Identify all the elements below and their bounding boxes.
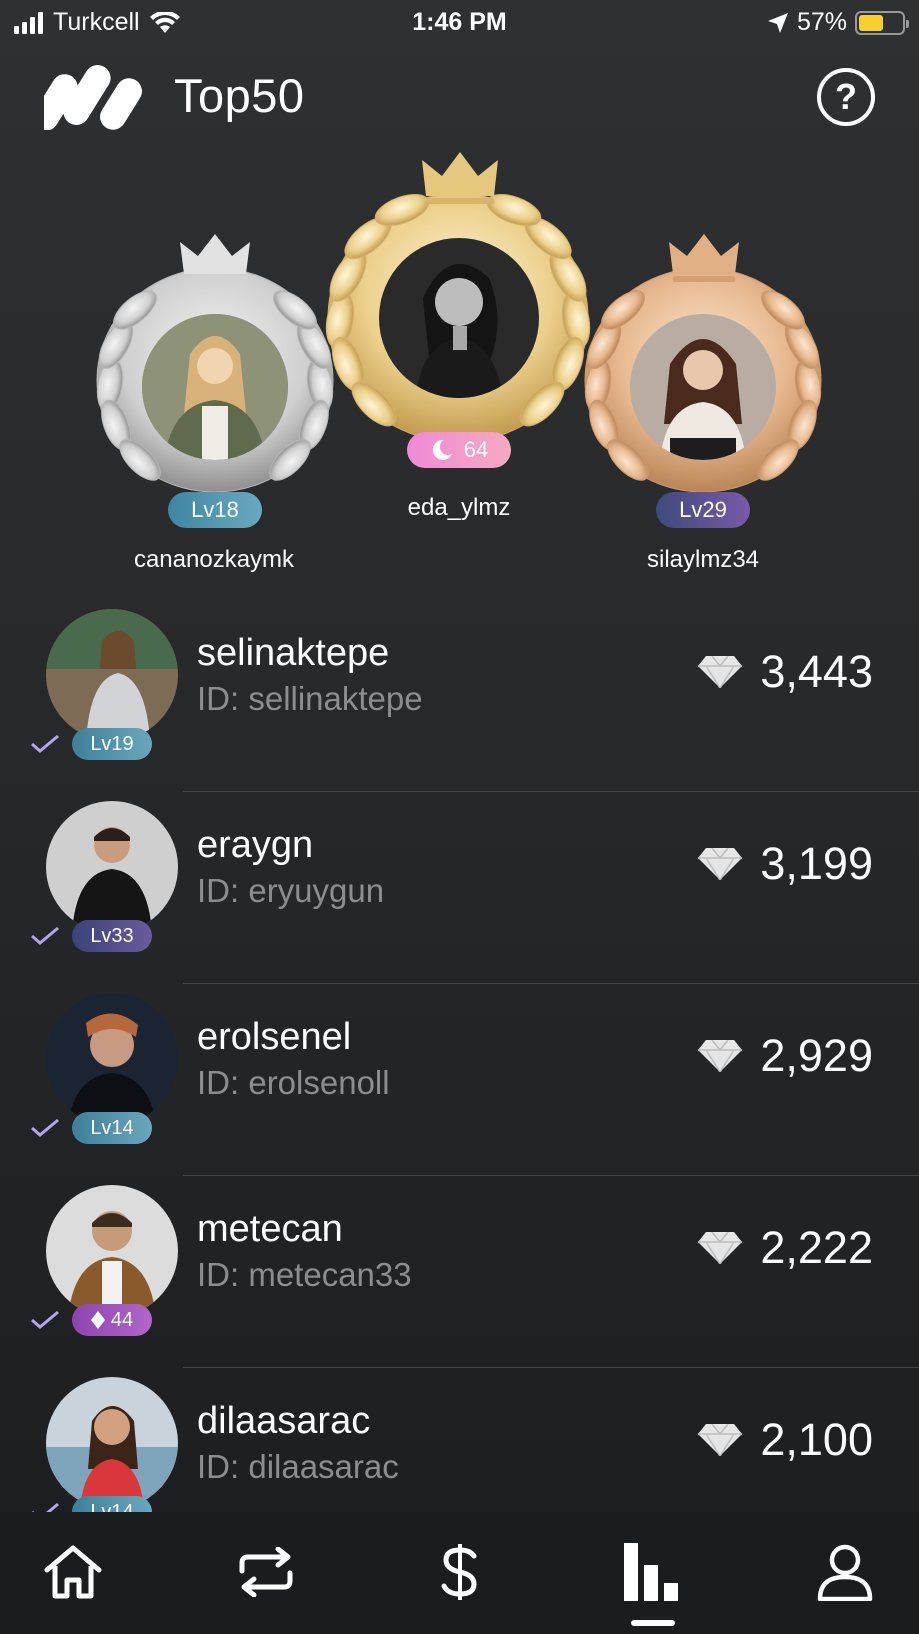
avatar [46, 609, 178, 741]
user-name: dilaasarac [197, 1400, 371, 1442]
profile-icon [817, 1544, 873, 1601]
dollar-icon [441, 1544, 477, 1600]
list-item[interactable]: Lv33 eraygn ID: eryuygun 3,199 [0, 792, 919, 984]
podium-username: cananozkaymk [133, 546, 295, 573]
moon-badge: 64 [407, 432, 511, 468]
tab-leaderboard[interactable] [612, 1532, 692, 1612]
avatar [142, 314, 288, 460]
verified-check-icon [31, 734, 59, 753]
verified-check-icon [31, 1118, 59, 1137]
level-badge: Lv14 [72, 1112, 152, 1144]
avatar-photo [142, 314, 288, 460]
app-logo-icon [44, 65, 142, 130]
leaderboard-list[interactable]: Lv19 selinaktepe ID: sellinaktepe 3,443 … [0, 600, 919, 1512]
battery-icon [855, 10, 909, 35]
bronze-crown-icon [669, 234, 739, 282]
podium-username: eda_ylmz [407, 494, 511, 521]
tab-earnings[interactable] [420, 1532, 500, 1612]
tab-home[interactable] [33, 1532, 113, 1612]
podium-username: silaylmz34 [646, 546, 760, 573]
diamond-icon [698, 848, 743, 880]
avatar [379, 238, 539, 398]
home-icon [44, 1545, 102, 1599]
avatar [46, 801, 178, 933]
help-icon: ? [835, 76, 857, 117]
list-item[interactable]: Lv14 dilaasarac ID: dilaasarac 2,100 [0, 1368, 919, 1512]
diamond-score: 2,100 [698, 1414, 873, 1466]
tab-bar [0, 1512, 919, 1634]
diamond-icon [698, 1424, 743, 1456]
list-item[interactable]: 44 metecan ID: metecan33 2,222 [0, 1176, 919, 1368]
user-id: ID: eryuygun [197, 872, 385, 909]
avatar-photo [46, 993, 178, 1125]
avatar-photo [46, 1185, 178, 1317]
gold-crown-icon [422, 152, 498, 204]
avatar [46, 1377, 178, 1509]
avatar-photo [379, 238, 539, 398]
user-id: ID: dilaasarac [197, 1448, 399, 1485]
status-right: 57% [767, 8, 909, 37]
verified-check-icon [31, 926, 59, 945]
list-item[interactable]: Lv19 selinaktepe ID: sellinaktepe 3,443 [0, 600, 919, 792]
help-button[interactable]: ? [817, 68, 875, 126]
diamond-icon [90, 1311, 105, 1329]
verified-check-icon [31, 1310, 59, 1329]
page-title: Top50 [174, 69, 305, 122]
repeat-icon [239, 1547, 293, 1597]
battery-percent: 57% [796, 8, 847, 36]
level-badge: Lv33 [72, 920, 152, 952]
location-arrow-icon [767, 12, 788, 33]
leaderboard-icon [624, 1543, 678, 1601]
avatar-photo [46, 1377, 178, 1509]
avatar [46, 993, 178, 1125]
silver-crown-icon [180, 234, 250, 282]
avatar-photo [46, 609, 178, 741]
verified-check-icon [32, 1502, 59, 1512]
avatar-photo [630, 314, 776, 460]
level-badge: Lv29 [656, 492, 750, 528]
level-badge: Lv18 [168, 492, 262, 528]
moon-icon [432, 439, 452, 460]
level-badge: Lv14 [72, 1496, 152, 1512]
avatar [46, 1185, 178, 1317]
diamond-score: 3,443 [698, 646, 873, 698]
diamond-badge: 44 [72, 1304, 152, 1336]
user-name: selinaktepe [197, 632, 390, 674]
user-id: ID: sellinaktepe [197, 680, 423, 717]
diamond-score: 3,199 [698, 838, 873, 890]
battery-level [859, 14, 883, 31]
diamond-icon [698, 1040, 743, 1072]
avatar [630, 314, 776, 460]
level-badge: Lv19 [72, 728, 152, 760]
user-name: metecan [197, 1208, 343, 1250]
avatar-photo [46, 801, 178, 933]
user-name: erolsenel [197, 1016, 352, 1058]
tab-profile[interactable] [805, 1532, 885, 1612]
diamond-score: 2,222 [698, 1222, 873, 1274]
diamond-score: 2,929 [698, 1030, 873, 1082]
user-id: ID: erolsenoll [197, 1064, 390, 1101]
user-name: eraygn [197, 824, 314, 866]
tab-exchange[interactable] [226, 1532, 306, 1612]
diamond-icon [698, 1232, 743, 1264]
active-tab-indicator [631, 1620, 675, 1626]
user-id: ID: metecan33 [197, 1256, 412, 1293]
list-item[interactable]: Lv14 erolsenel ID: erolsenoll 2,929 [0, 984, 919, 1176]
diamond-icon [698, 656, 743, 688]
status-bar: Turkcell 1:46 PM 57% [0, 0, 919, 46]
header: Top50 ? [0, 52, 919, 138]
